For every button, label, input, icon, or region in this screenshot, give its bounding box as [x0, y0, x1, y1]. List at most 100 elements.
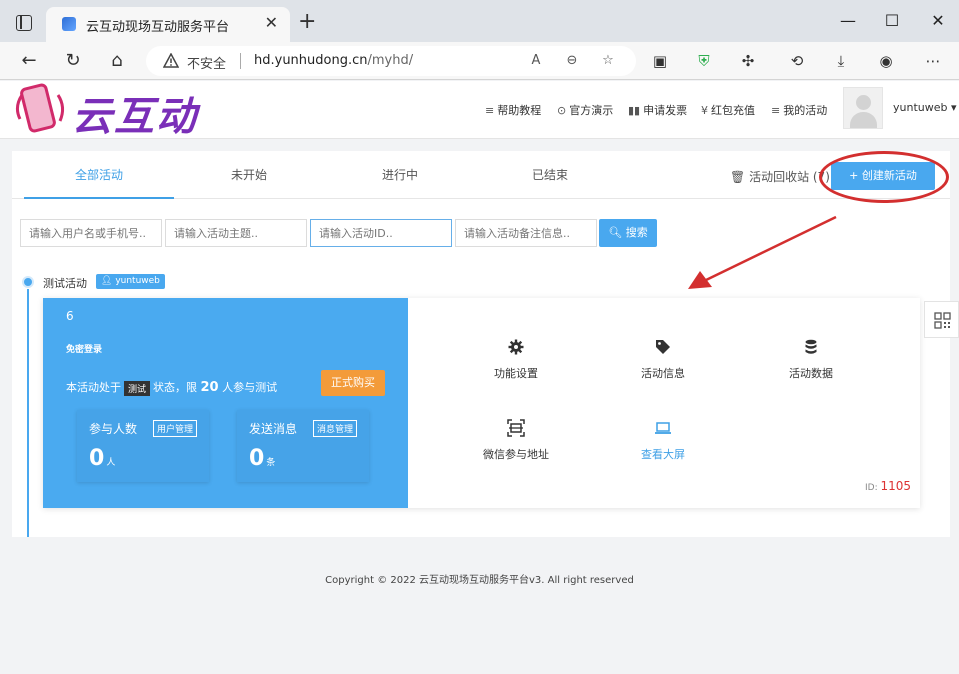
recycle-bin-link[interactable]: 🗑 活动回收站 (7) [730, 168, 830, 185]
gear-icon [508, 339, 524, 355]
browser-tab[interactable]: 云互动现场互动服务平台 ✕ [46, 7, 290, 42]
puzzle-icon[interactable]: ✣ [737, 50, 759, 72]
messages-stat: 发送消息 消息管理 0条 [237, 410, 369, 482]
list-icon: ≡ [485, 104, 495, 117]
close-tab-icon[interactable]: ✕ [265, 13, 278, 33]
avatar-head [856, 95, 871, 110]
activity-id-label: ID: [865, 483, 878, 493]
nav-demo[interactable]: ⊙ 官方演示 [557, 102, 613, 118]
browser-tab-bar: 云互动现场互动服务平台 ✕ + — ☐ ✕ [0, 0, 959, 42]
stat-label: 参与人数 [89, 422, 138, 436]
scan-icon [507, 419, 525, 437]
shield-icon[interactable]: ⛨ [693, 50, 715, 72]
stat-unit: 人 [106, 458, 116, 468]
zoom-icon[interactable]: ⊖ [562, 51, 582, 71]
main-panel: 全部活动 未开始 进行中 已结束 🗑 活动回收站 (7) + 创建新活动 🔍︎ … [12, 151, 950, 537]
download-icon[interactable]: ⤓ [830, 50, 852, 72]
caret-down-icon: ▾ [950, 101, 957, 114]
stat-number: 0 [89, 446, 105, 471]
nav-recharge[interactable]: ¥ 红包充值 [701, 102, 755, 118]
activity-data-label: 活动数据 [789, 367, 833, 380]
filter-tabs: 全部活动 未开始 进行中 已结束 🗑 活动回收站 (7) + 创建新活动 [12, 151, 950, 203]
qr-code-side-tab[interactable] [924, 301, 959, 338]
buy-button[interactable]: 正式购买 [321, 370, 385, 396]
avatar-body [850, 112, 877, 128]
search-topic-input[interactable] [165, 219, 307, 247]
close-window-icon[interactable]: ✕ [928, 11, 948, 31]
nav-help-label: 帮助教程 [497, 104, 542, 117]
more-icon[interactable]: ⋯ [922, 50, 944, 72]
warning-icon[interactable] [163, 53, 179, 68]
stat-number: 0 [249, 446, 265, 471]
activity-title: 测试活动 [43, 277, 87, 290]
status-prefix: 本活动处于 [66, 381, 121, 394]
history-icon[interactable]: ⟲ [786, 50, 808, 72]
maximize-icon[interactable]: ☐ [882, 11, 902, 31]
site-header: 云互动 ≡ 帮助教程 ⊙ 官方演示 ▮▮ 申请发票 ¥ 红包充值 ≡ 我的活动 yuntu… [0, 81, 959, 142]
read-aloud-icon[interactable]: A [526, 51, 546, 71]
tab-title: 云互动现场互动服务平台 [86, 20, 230, 35]
nav-recharge-label: 红包充值 [711, 104, 755, 117]
tab-not-started[interactable]: 未开始 [174, 151, 324, 199]
user-menu[interactable]: yuntuweb ▾ [893, 101, 957, 114]
wechat-join-address-label: 微信参与地址 [483, 448, 549, 461]
activity-id-value: 1105 [880, 479, 912, 493]
tab-actions-icon[interactable] [16, 15, 32, 31]
message-manage-button[interactable]: 消息管理 [312, 420, 357, 437]
laptop-icon [655, 422, 671, 434]
recycle-bin-label: 活动回收站 (7) [749, 170, 830, 184]
view-big-screen-label: 查看大屏 [641, 448, 685, 461]
search-button[interactable]: 🔍︎ 搜索 [599, 219, 657, 247]
url-text[interactable]: hd.yunhudong.cn/myhd/ [254, 53, 413, 68]
profile-icon[interactable]: ◉ [875, 50, 897, 72]
status-badge: 测试 [124, 380, 151, 396]
back-icon[interactable]: ← [18, 50, 40, 72]
view-big-screen[interactable]: 查看大屏 [613, 419, 713, 462]
database-icon [805, 339, 817, 354]
timeline-dot [22, 276, 34, 288]
extension-icon[interactable]: ▣ [649, 50, 671, 72]
tab-all[interactable]: 全部活动 [24, 151, 174, 199]
url-host: hd.yunhudong.cn [254, 53, 368, 68]
minimize-icon[interactable]: — [838, 11, 858, 31]
function-settings[interactable]: 功能设置 [466, 338, 566, 381]
nav-my-activities-label: 我的活动 [783, 104, 828, 117]
activity-user-name: yuntuweb [115, 276, 160, 286]
url-separator [240, 53, 241, 69]
login-note: 免密登录 [66, 345, 103, 355]
nav-invoice[interactable]: ▮▮ 申请发票 [628, 102, 687, 118]
participant-limit: 20 [200, 380, 219, 395]
url-bar[interactable]: 不安全 hd.yunhudong.cn/myhd/ A ⊖ ☆ [146, 46, 636, 76]
nav-help[interactable]: ≡ 帮助教程 [485, 102, 541, 118]
trash-icon: 🗑 [730, 170, 746, 184]
yen-icon: ¥ [701, 104, 708, 117]
stat-label: 发送消息 [249, 422, 298, 436]
activity-info[interactable]: 活动信息 [613, 338, 713, 381]
search-note-input[interactable] [455, 219, 597, 247]
insecure-label: 不安全 [187, 57, 227, 72]
avatar[interactable] [843, 87, 883, 129]
play-circle-icon: ⊙ [557, 104, 567, 117]
stat-value: 0条 [249, 446, 275, 471]
user-manage-button[interactable]: 用户管理 [152, 420, 197, 437]
search-user-input[interactable] [20, 219, 162, 247]
search-id-input[interactable] [310, 219, 452, 247]
annotation-arrow [688, 215, 837, 289]
activity-data[interactable]: 活动数据 [761, 338, 861, 381]
site-logo[interactable]: 云互动 [72, 84, 198, 142]
home-icon[interactable]: ⌂ [106, 50, 128, 72]
status-suffix: 人参与测试 [222, 381, 278, 394]
participants-stat: 参与人数 用户管理 0人 [77, 410, 209, 482]
stat-unit: 条 [266, 458, 276, 468]
search-button-label: 搜索 [625, 226, 648, 239]
tab-ended[interactable]: 已结束 [475, 151, 625, 199]
tab-in-progress[interactable]: 进行中 [325, 151, 475, 199]
refresh-icon[interactable]: ↻ [62, 50, 84, 72]
nav-my-activities[interactable]: ≡ 我的活动 [771, 102, 827, 118]
status-mid: 状态，限 [153, 381, 198, 394]
add-favorite-icon[interactable]: ☆ [598, 51, 618, 71]
activity-card: 6 免密登录 本活动处于 测试 状态，限 20 人参与测试 正式购买 参与人数 用户… [43, 298, 920, 508]
site-favicon-icon [62, 17, 76, 31]
wechat-join-address[interactable]: 微信参与地址 [466, 419, 566, 462]
new-tab-icon[interactable]: + [298, 11, 316, 33]
